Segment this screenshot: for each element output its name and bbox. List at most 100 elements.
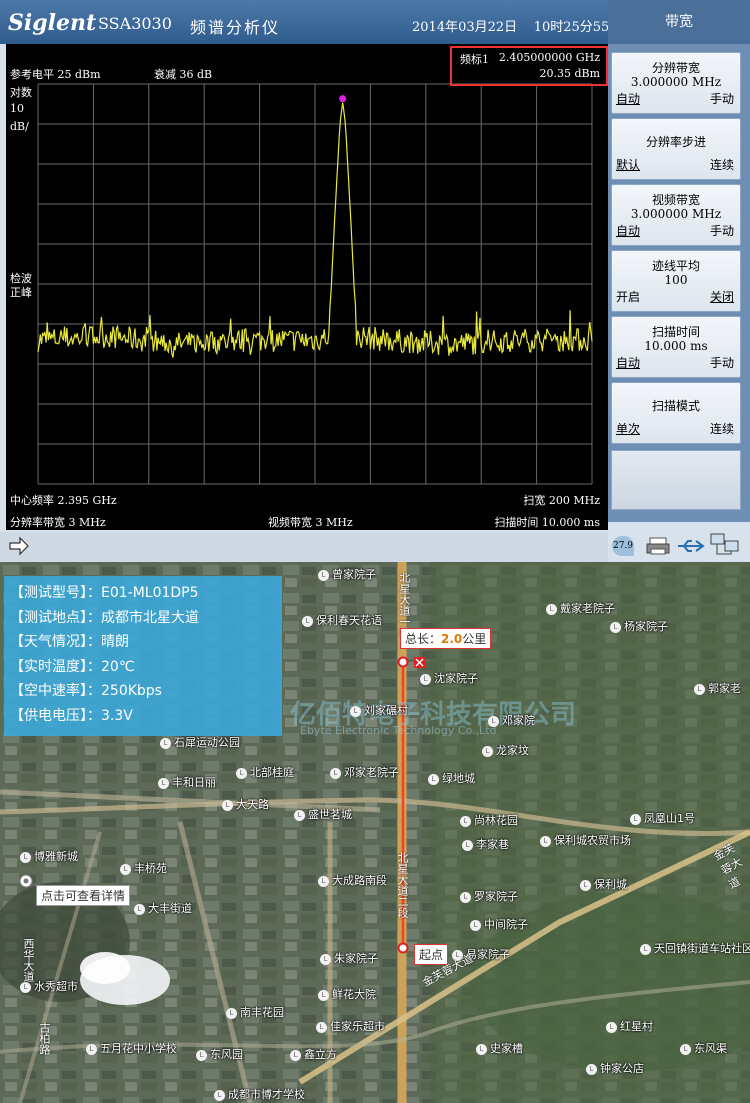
- menu-button-title: 分辨率步进: [645, 135, 706, 149]
- poi-name: 保利城农贸市场: [554, 834, 631, 847]
- menu-option-right[interactable]: 手动: [710, 222, 734, 239]
- menu-option-right[interactable]: 连续: [710, 420, 734, 437]
- poi-label[interactable]: L 郭家老: [694, 680, 741, 696]
- menu-option-right[interactable]: 手动: [710, 354, 734, 371]
- poi-marker-icon: L: [20, 851, 31, 863]
- poi-label[interactable]: L 鑫立方: [290, 1046, 337, 1062]
- poi-name: 古柏路: [38, 1022, 51, 1055]
- menu-option-right[interactable]: 关闭: [710, 288, 734, 305]
- test-route-map[interactable]: 亿佰特电子科技有限公司 Ebyte Electronic Technology …: [0, 562, 750, 1103]
- poi-label[interactable]: L 曾家院子: [318, 566, 376, 582]
- poi-name: 绿地城: [442, 772, 475, 785]
- poi-label[interactable]: L 大天路: [222, 796, 269, 812]
- poi-label[interactable]: L 南丰花园: [226, 1004, 284, 1020]
- poi-marker-icon: L: [470, 919, 481, 931]
- poi-marker-icon: L: [318, 989, 329, 1001]
- poi-marker-icon: L: [546, 603, 557, 615]
- poi-name: 中间院子: [484, 918, 528, 931]
- poi-marker-icon: L: [20, 981, 31, 993]
- poi-name: 东风园: [210, 1048, 243, 1061]
- poi-label[interactable]: L 丰桥苑: [120, 860, 167, 876]
- poi-label[interactable]: L 丰和日丽: [158, 774, 216, 790]
- poi-label[interactable]: L 博雅新城: [20, 848, 78, 864]
- scale-value-label: 10: [10, 102, 24, 115]
- poi-label[interactable]: L 刘家碾村: [350, 702, 408, 718]
- poi-label[interactable]: L 朱家院子: [320, 950, 378, 966]
- company-watermark-en: Ebyte Electronic Technology Co.,Ltd: [300, 724, 497, 737]
- poi-label[interactable]: L 鲜花大院: [318, 986, 376, 1002]
- menu-button-value: 3.000000 MHz: [630, 75, 722, 89]
- network-icon[interactable]: [710, 532, 740, 558]
- sweep-time-label: 扫描时间 10.000 ms: [494, 516, 600, 529]
- menu-button-1[interactable]: 分辨带宽 3.000000 MHz 自动 手动: [611, 52, 741, 114]
- poi-name: 罗家院子: [474, 890, 518, 903]
- poi-label[interactable]: L 中间院子: [470, 916, 528, 932]
- view-details-hint[interactable]: 点击可查看详情: [36, 885, 131, 906]
- info-row: 【天气情况】：晴朗: [10, 634, 129, 650]
- poi-label[interactable]: L 石犀运动公园: [160, 734, 240, 750]
- poi-label[interactable]: L 东风渠: [680, 1040, 727, 1056]
- info-row: 【实时温度】：20℃: [10, 658, 135, 675]
- poi-label[interactable]: L 盛世茗城: [294, 806, 352, 822]
- arrow-right-icon[interactable]: [8, 536, 30, 556]
- poi-label[interactable]: L 史家槽: [476, 1040, 523, 1056]
- poi-marker-icon: L: [196, 1049, 207, 1061]
- menu-button-2[interactable]: 分辨率步进 默认 连续: [611, 118, 741, 180]
- poi-label[interactable]: L 绿地城: [428, 770, 475, 786]
- menu-button-5[interactable]: 扫描时间 10.000 ms 自动 手动: [611, 316, 741, 378]
- poi-name: 保利春天花语: [316, 614, 382, 627]
- poi-label[interactable]: L 五月花中小学校: [86, 1040, 177, 1056]
- poi-name: 丰桥苑: [134, 862, 167, 875]
- poi-marker-icon: L: [226, 1007, 237, 1019]
- menu-option-left[interactable]: 自动: [616, 354, 640, 371]
- title-bar: Siglent SSA3030 频谱分析仪 2014年03月22日 10时25分…: [0, 0, 622, 44]
- poi-label[interactable]: L 东风园: [196, 1046, 243, 1062]
- poi-label[interactable]: L 邓家老院子: [330, 764, 399, 780]
- menu-option-right[interactable]: 连续: [710, 156, 734, 173]
- menu-button-title: 迹线平均: [651, 259, 700, 273]
- poi-label[interactable]: L 保利春天花语: [302, 612, 382, 628]
- poi-label[interactable]: L 罗家院子: [460, 888, 518, 904]
- poi-name: 东风渠: [694, 1042, 727, 1055]
- poi-label[interactable]: L 龙家坟: [482, 742, 529, 758]
- menu-button-title: 扫描时间: [651, 325, 700, 339]
- poi-label[interactable]: L 大丰街道: [134, 900, 192, 916]
- total-length-unit: 公里: [462, 632, 487, 646]
- menu-option-left[interactable]: 开启: [616, 288, 640, 305]
- poi-label[interactable]: L 凤凰山1号: [630, 810, 695, 826]
- poi-name: 刘家碾村: [364, 704, 408, 717]
- menu-option-left[interactable]: 单次: [616, 420, 640, 437]
- poi-label[interactable]: L 李家巷: [462, 836, 509, 852]
- poi-label[interactable]: L 大成路南段: [318, 872, 387, 888]
- poi-label[interactable]: L 钟家公店: [586, 1060, 644, 1076]
- poi-label[interactable]: L 保利城农贸市场: [540, 832, 631, 848]
- menu-option-left[interactable]: 自动: [616, 90, 640, 107]
- poi-label[interactable]: L 北部桂庭: [236, 764, 294, 780]
- menu-button-4[interactable]: 迹线平均 100 开启 关闭: [611, 250, 741, 312]
- poi-label[interactable]: L 天回镇街道车站社区: [640, 940, 750, 956]
- menu-option-left[interactable]: 自动: [616, 222, 640, 239]
- road-label: 古柏路: [36, 1022, 52, 1055]
- menu-button-3[interactable]: 视频带宽 3.000000 MHz 自动 手动: [611, 184, 741, 246]
- usb-icon[interactable]: [676, 538, 706, 554]
- poi-label[interactable]: L 红星村: [606, 1018, 653, 1034]
- poi-name: 史家槽: [490, 1042, 523, 1055]
- poi-label[interactable]: L 杨家院子: [610, 618, 668, 634]
- poi-label[interactable]: L 成都市博才学校: [214, 1086, 305, 1102]
- poi-label[interactable]: L 沈家院子: [420, 670, 478, 686]
- poi-label[interactable]: L 保利城: [580, 876, 627, 892]
- poi-label[interactable]: L 戴家老院子: [546, 600, 615, 616]
- poi-label[interactable]: L 佳家乐超市: [316, 1018, 385, 1034]
- printer-icon[interactable]: [646, 536, 670, 556]
- menu-option-left[interactable]: 默认: [616, 156, 640, 173]
- poi-label[interactable]: L 邓家院: [488, 712, 535, 728]
- menu-button-6[interactable]: 扫描模式 单次 连续: [611, 382, 741, 444]
- poi-label[interactable]: L 尚林花园: [460, 812, 518, 828]
- info-row: 【测试地点】：成都市北星大道: [10, 609, 199, 626]
- location-pin-icon[interactable]: [18, 873, 34, 889]
- poi-name: 鑫立方: [304, 1048, 337, 1061]
- view-details-label: 点击可查看详情: [41, 889, 126, 903]
- start-label: 起点: [419, 948, 444, 962]
- menu-option-right[interactable]: 手动: [710, 90, 734, 107]
- poi-marker-icon: L: [540, 835, 551, 847]
